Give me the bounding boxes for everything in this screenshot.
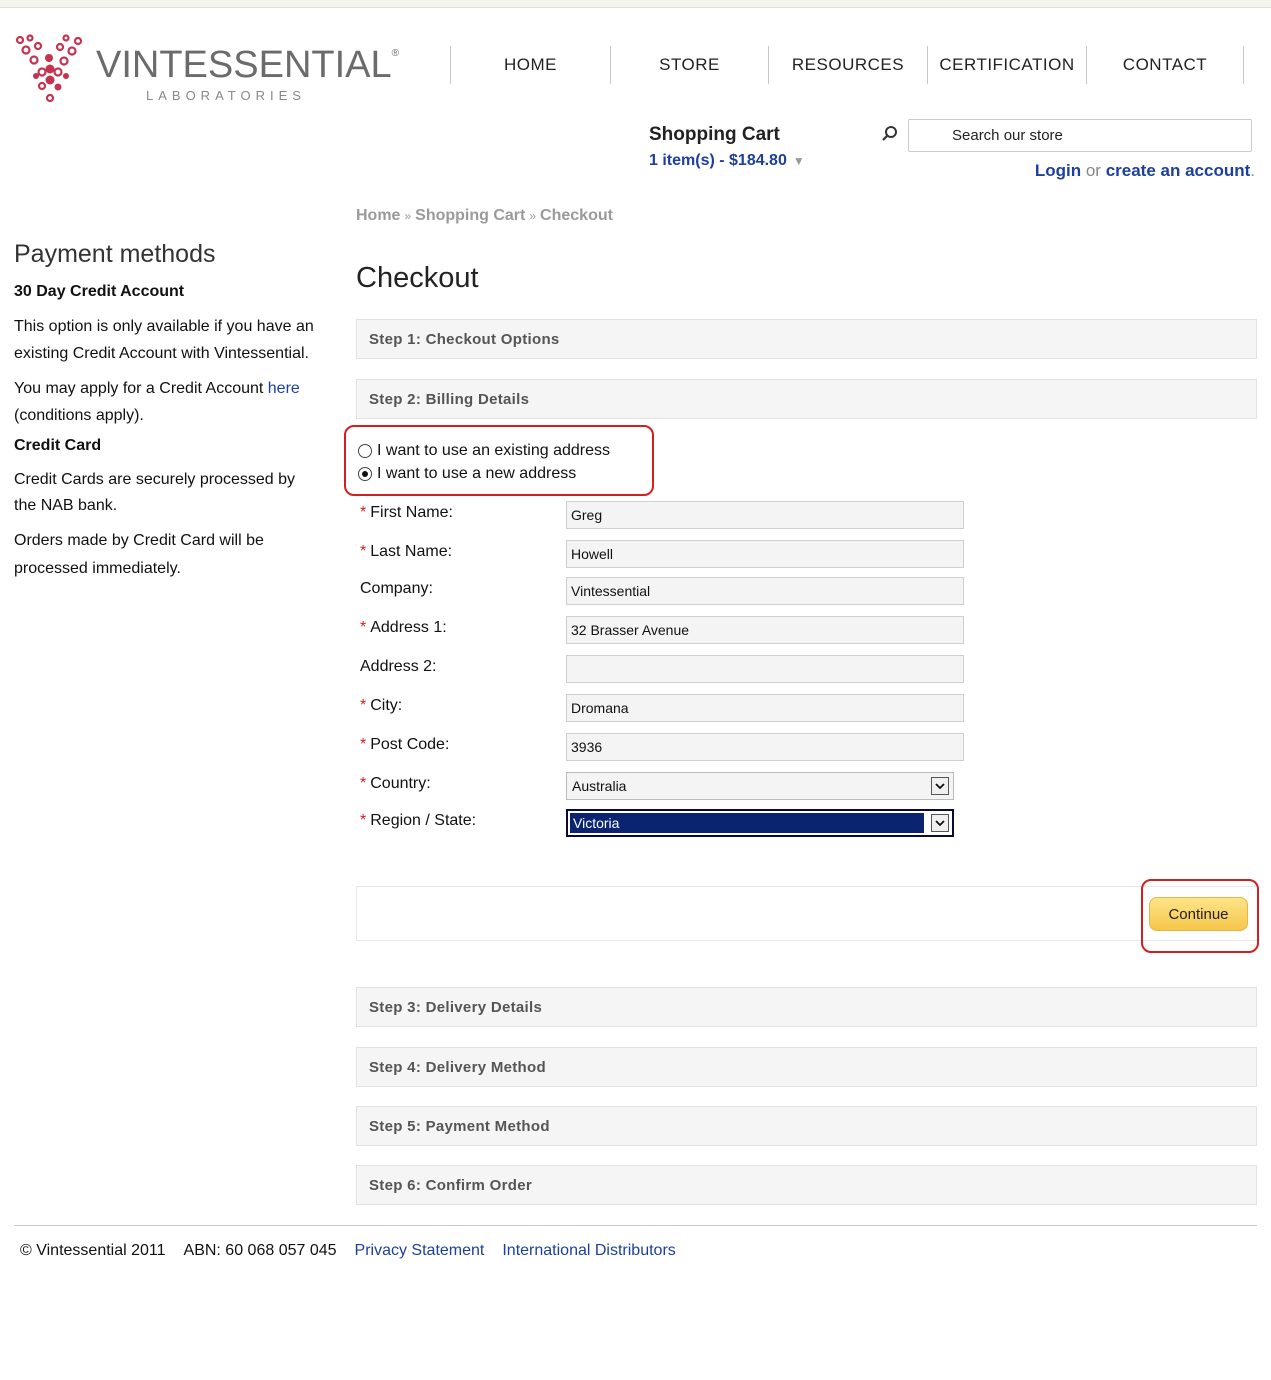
first-name-row: * First Name: <box>360 501 970 531</box>
cart-summary[interactable]: 1 item(s) - $184.80 ▼ <box>649 152 805 170</box>
top-strip <box>0 0 1271 8</box>
company-label: Company: <box>360 580 433 597</box>
breadcrumb-home[interactable]: Home <box>356 207 400 224</box>
country-label: * Country: <box>360 775 431 792</box>
continue-bar <box>356 886 1257 941</box>
account-links: Login or create an account. <box>1035 161 1255 181</box>
postcode-field[interactable] <box>566 733 964 761</box>
shopping-cart-widget: Shopping Cart 1 item(s) - $184.80 ▼ <box>649 124 805 170</box>
postcode-row: * Post Code: <box>360 733 970 763</box>
region-row: * Region / State: Victoria <box>360 809 970 839</box>
nav-resources[interactable]: RESOURCES <box>768 46 927 84</box>
step-delivery-method[interactable]: Step 4: Delivery Method <box>356 1047 1257 1087</box>
address1-row: * Address 1: <box>360 616 970 646</box>
credit-card-heading: Credit Card <box>14 437 102 454</box>
last-name-label: * Last Name: <box>360 543 453 560</box>
step-confirm-order[interactable]: Step 6: Confirm Order <box>356 1165 1257 1205</box>
city-field[interactable] <box>566 694 964 722</box>
credit-account-text: This option is only available if you hav… <box>14 318 314 362</box>
last-name-row: * Last Name: <box>360 540 970 570</box>
region-selected-value: Victoria <box>570 813 924 833</box>
last-name-field[interactable] <box>566 540 964 568</box>
credit-card-processing-text: Orders made by Credit Card will be proce… <box>14 532 264 577</box>
existing-address-radio[interactable] <box>358 443 372 458</box>
sidebar-title: Payment methods <box>14 240 216 268</box>
address2-row: Address 2: <box>360 655 970 685</box>
brand-subtitle: LABORATORIES <box>146 88 306 103</box>
country-select[interactable]: Australia <box>566 772 954 800</box>
create-account-link[interactable]: create an account <box>1106 161 1251 180</box>
brand-wordmark: VINTESSENTIAL® <box>96 44 400 86</box>
new-address-option[interactable]: I want to use a new address <box>358 462 652 485</box>
step-billing-details[interactable]: Step 2: Billing Details <box>356 379 1257 419</box>
footer-divider <box>14 1225 1257 1226</box>
address2-field[interactable] <box>566 655 964 683</box>
chevron-down-icon[interactable] <box>931 777 949 795</box>
address-choice-group: I want to use an existing address I want… <box>344 425 654 496</box>
country-selected-value: Australia <box>572 778 627 794</box>
address1-field[interactable] <box>566 616 964 644</box>
breadcrumb-checkout[interactable]: Checkout <box>540 207 613 224</box>
brand-logo[interactable]: VINTESSENTIAL® LABORATORIES <box>14 34 399 110</box>
page-title: Checkout <box>356 262 479 294</box>
credit-account-heading: 30 Day Credit Account <box>14 283 185 300</box>
privacy-link[interactable]: Privacy Statement <box>355 1242 485 1260</box>
company-row: Company: <box>360 577 970 607</box>
first-name-field[interactable] <box>566 501 964 529</box>
nav-certification[interactable]: CERTIFICATION <box>927 46 1086 84</box>
step-checkout-options[interactable]: Step 1: Checkout Options <box>356 319 1257 359</box>
step-payment-method[interactable]: Step 5: Payment Method <box>356 1106 1257 1146</box>
step-delivery-details[interactable]: Step 3: Delivery Details <box>356 987 1257 1027</box>
search-icon[interactable] <box>880 124 900 144</box>
footer-abn: ABN: 60 068 057 045 <box>183 1242 337 1259</box>
distributors-link[interactable]: International Distributors <box>502 1242 675 1260</box>
breadcrumb: Home» Shopping Cart» Checkout <box>356 207 613 224</box>
region-select[interactable]: Victoria <box>566 809 954 837</box>
address1-label: * Address 1: <box>360 619 447 636</box>
cart-title: Shopping Cart <box>649 124 780 145</box>
search-input[interactable] <box>908 119 1252 152</box>
first-name-label: * First Name: <box>360 504 453 521</box>
grape-cluster-icon <box>15 34 83 103</box>
postcode-label: * Post Code: <box>360 736 450 753</box>
nav-store[interactable]: STORE <box>610 46 768 84</box>
footer-copyright: © Vintessential 2011 <box>20 1242 166 1259</box>
chevron-down-icon[interactable] <box>931 814 949 832</box>
chevron-down-icon: ▼ <box>792 154 805 168</box>
country-row: * Country: Australia <box>360 772 970 802</box>
nav-contact[interactable]: CONTACT <box>1086 46 1244 84</box>
credit-account-apply-text: You may apply for a Credit Account here … <box>14 380 300 424</box>
new-address-radio[interactable] <box>358 466 372 481</box>
address2-label: Address 2: <box>360 658 437 675</box>
main-nav: HOME STORE RESOURCES CERTIFICATION CONTA… <box>450 46 1244 84</box>
auth-or-text: or <box>1085 161 1101 180</box>
payment-methods-sidebar: Payment methods 30 Day Credit Account Th… <box>14 240 314 591</box>
login-link[interactable]: Login <box>1035 161 1081 180</box>
city-label: * City: <box>360 697 403 714</box>
nav-home[interactable]: HOME <box>450 46 610 84</box>
auth-period: . <box>1250 161 1255 180</box>
continue-button[interactable]: Continue <box>1149 897 1248 931</box>
company-field[interactable] <box>566 577 964 605</box>
breadcrumb-cart[interactable]: Shopping Cart <box>415 207 525 224</box>
credit-card-text: Credit Cards are securely processed by t… <box>14 471 296 514</box>
credit-apply-link[interactable]: here <box>268 380 300 397</box>
region-label: * Region / State: <box>360 812 477 829</box>
footer: © Vintessential 2011 ABN: 60 068 057 045… <box>20 1242 676 1260</box>
existing-address-option[interactable]: I want to use an existing address <box>358 439 652 462</box>
city-row: * City: <box>360 694 970 724</box>
